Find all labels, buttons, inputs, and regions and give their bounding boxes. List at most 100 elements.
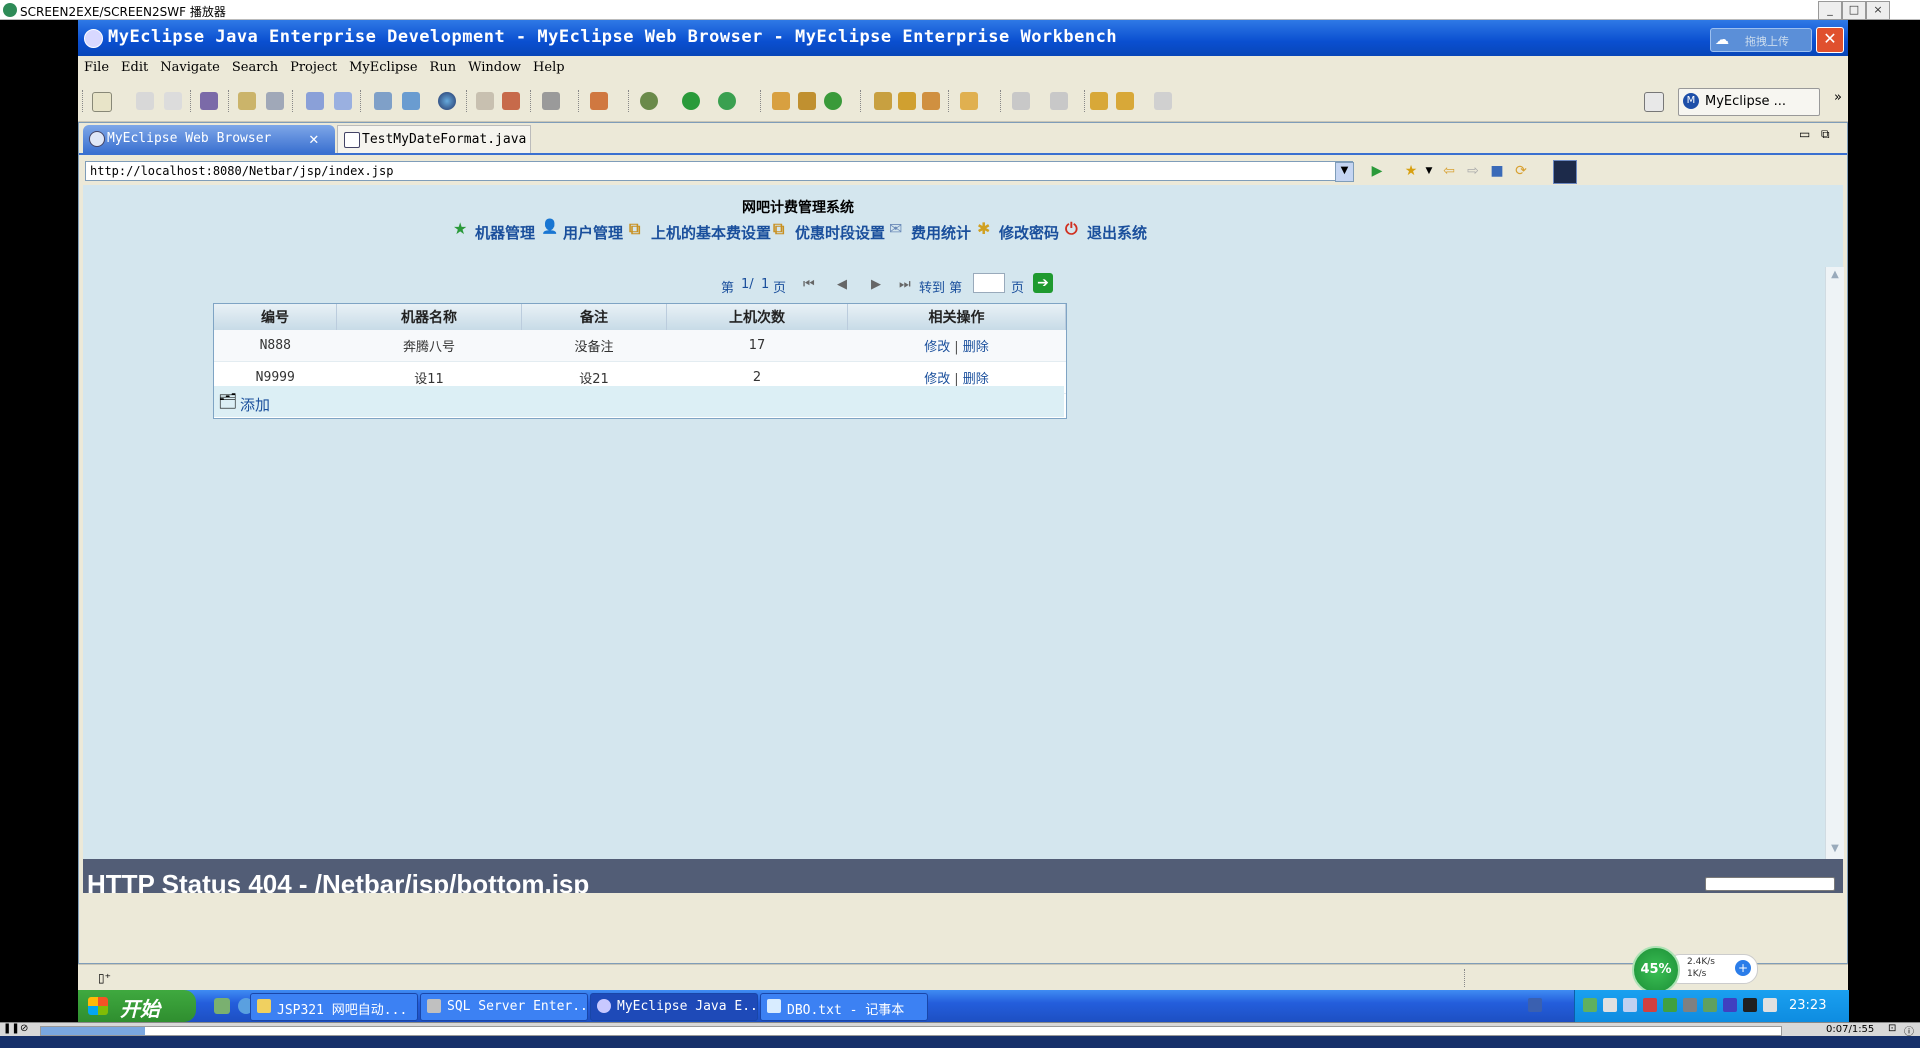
deploy-icon[interactable] xyxy=(266,92,284,110)
task-myeclipse[interactable]: MyEclipse Java E... xyxy=(590,993,766,1021)
perspective-switcher[interactable]: M MyEclipse ... xyxy=(1678,88,1820,116)
open-perspective-icon[interactable] xyxy=(1644,92,1664,112)
favorites-icon[interactable]: ★ xyxy=(1403,163,1419,179)
link-icon[interactable] xyxy=(922,92,940,110)
save-icon[interactable] xyxy=(136,92,154,110)
tray-update-icon[interactable] xyxy=(1703,998,1717,1012)
run-external-icon[interactable] xyxy=(718,92,736,110)
tray-agent-icon[interactable] xyxy=(1683,998,1697,1012)
tray-monitor-icon[interactable] xyxy=(1743,998,1757,1012)
window-close-button[interactable]: ✕ xyxy=(1816,27,1844,53)
open-resource-icon[interactable] xyxy=(334,92,352,110)
forward-icon[interactable]: ⇨ xyxy=(1465,163,1481,179)
menu-file[interactable]: File xyxy=(78,56,115,75)
refresh-icon[interactable]: ⟳ xyxy=(1513,163,1529,179)
page-number-input[interactable] xyxy=(973,273,1005,293)
delete-link[interactable]: 删除 xyxy=(963,340,989,355)
tray-battery-icon[interactable] xyxy=(1723,998,1737,1012)
menu-navigate[interactable]: Navigate xyxy=(154,56,226,75)
class-icon[interactable] xyxy=(798,92,816,110)
maximize-view-icon[interactable]: ⧉ xyxy=(1821,127,1830,142)
menu-edit[interactable]: Edit xyxy=(115,56,154,75)
start-button[interactable]: 开始 xyxy=(78,990,196,1022)
volume-icon[interactable] xyxy=(1623,998,1637,1012)
url-input[interactable]: http://localhost:8080/Netbar/jsp/index.j… xyxy=(85,161,1353,181)
task-sql-server[interactable]: SQL Server Enter... xyxy=(420,993,596,1021)
camera-icon[interactable] xyxy=(542,92,560,110)
quicklaunch-app-icon[interactable] xyxy=(214,998,230,1014)
tab-java-file[interactable]: TestMyDateFormat.java xyxy=(337,125,531,154)
globe-icon[interactable] xyxy=(438,92,456,110)
network-monitor[interactable]: 2.4K/s 1K/s + 45% xyxy=(1632,946,1762,994)
pause-icon[interactable]: ❚❚ xyxy=(3,1023,20,1034)
scroll-up-icon[interactable]: ▲ xyxy=(1828,269,1842,283)
tray-ime-icon[interactable] xyxy=(1763,998,1777,1012)
edit-link[interactable]: 修改 xyxy=(924,372,950,387)
back-icon[interactable]: ⇦ xyxy=(1441,163,1457,179)
task-jsp-project[interactable]: JSP321 网吧自动... xyxy=(250,993,418,1021)
menu-help[interactable]: Help xyxy=(527,56,571,75)
prev-annotation-icon[interactable] xyxy=(1050,92,1068,110)
menu-window[interactable]: Window xyxy=(462,56,527,75)
save-all-icon[interactable] xyxy=(164,92,182,110)
tab-web-browser[interactable]: MyEclipse Web Browser ✕ xyxy=(83,125,335,153)
fast-view-icon[interactable]: ▯⁺ xyxy=(98,971,111,985)
menu-run[interactable]: Run xyxy=(424,56,463,75)
chevron-right-icon[interactable]: » xyxy=(1834,90,1842,105)
prev-page-icon[interactable]: ◀ xyxy=(837,277,847,292)
wand-icon[interactable] xyxy=(898,92,916,110)
tray-security-icon[interactable] xyxy=(1643,998,1657,1012)
player-close-button[interactable]: × xyxy=(1866,1,1890,20)
chevron-down-icon[interactable]: ▼ xyxy=(1421,163,1437,179)
menu-search[interactable]: Search xyxy=(226,56,284,75)
export-icon[interactable] xyxy=(402,92,420,110)
stop-icon[interactable]: ■ xyxy=(1489,163,1505,179)
page-scrollbar[interactable]: ▲ ▼ xyxy=(1825,267,1844,859)
keyboard-icon[interactable] xyxy=(1528,998,1542,1012)
db-icon[interactable] xyxy=(374,92,392,110)
debug-icon[interactable] xyxy=(640,92,658,110)
plus-icon[interactable]: + xyxy=(1735,960,1751,976)
open-folder-icon[interactable] xyxy=(874,92,892,110)
tab-close-icon[interactable]: ✕ xyxy=(309,129,319,148)
clean-icon[interactable] xyxy=(476,92,494,110)
minimize-view-icon[interactable]: ▭ xyxy=(1799,127,1810,141)
back-icon[interactable] xyxy=(1116,92,1134,110)
go-page-button[interactable]: ➔ xyxy=(1033,273,1053,293)
add-link[interactable]: 添加 xyxy=(240,394,270,415)
open-type-icon[interactable] xyxy=(306,92,324,110)
menu-project[interactable]: Project xyxy=(284,56,343,75)
tray-sd-icon[interactable] xyxy=(1603,998,1617,1012)
delete-link[interactable]: 删除 xyxy=(963,372,989,387)
player-maximize-button[interactable]: □ xyxy=(1842,1,1866,20)
jar-icon[interactable] xyxy=(200,92,218,110)
refresh-icon[interactable] xyxy=(824,92,842,110)
menu-myeclipse[interactable]: MyEclipse xyxy=(343,56,423,75)
url-dropdown-icon[interactable]: ▼ xyxy=(1335,162,1354,182)
tray-app-icon[interactable] xyxy=(1583,998,1597,1012)
last-edit-icon[interactable] xyxy=(1090,92,1108,110)
task-notepad[interactable]: DBO.txt - 记事本 xyxy=(760,993,928,1021)
black-box-icon[interactable] xyxy=(1553,160,1577,184)
run-icon[interactable] xyxy=(682,92,700,110)
edit-link[interactable]: 修改 xyxy=(924,340,950,355)
stop-icon[interactable]: ⊘ xyxy=(20,1023,28,1034)
go-icon[interactable]: ▶ xyxy=(1369,163,1385,179)
next-page-icon[interactable]: ▶ xyxy=(871,277,881,292)
last-page-icon[interactable]: ⏭ xyxy=(899,277,911,292)
server-icon[interactable] xyxy=(238,92,256,110)
package-icon[interactable] xyxy=(772,92,790,110)
folder-icon[interactable] xyxy=(960,92,978,110)
upload-button[interactable]: ☁ 拖拽上传 xyxy=(1710,28,1812,52)
seek-bar[interactable] xyxy=(40,1026,1782,1036)
scroll-down-icon[interactable]: ▼ xyxy=(1828,843,1842,857)
tray-network-icon[interactable] xyxy=(1663,998,1677,1012)
tools-icon[interactable] xyxy=(590,92,608,110)
fullscreen-icon[interactable]: ⊡ xyxy=(1888,1023,1896,1034)
add-icon[interactable] xyxy=(502,92,520,110)
next-annotation-icon[interactable] xyxy=(1012,92,1030,110)
forward-icon[interactable] xyxy=(1154,92,1172,110)
first-page-icon[interactable]: ⏮ xyxy=(803,277,815,292)
new-icon[interactable] xyxy=(92,92,112,112)
player-minimize-button[interactable]: _ xyxy=(1818,1,1842,20)
